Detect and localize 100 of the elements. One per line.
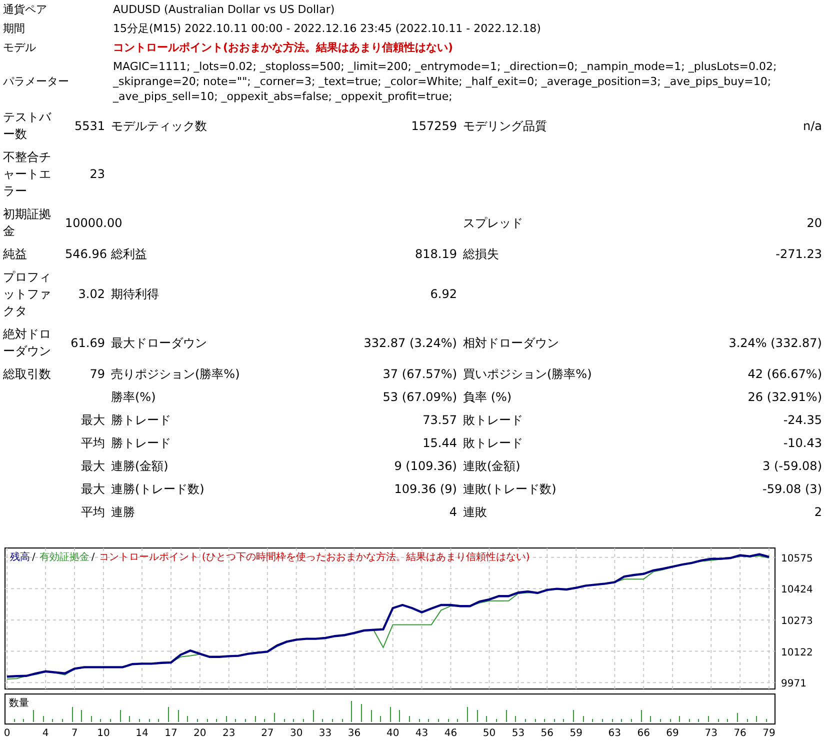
stat-value: 157259 [411,118,457,132]
x-tick-label: 79 [762,728,776,739]
stat-label: 買いポジション(勝率%) [463,367,592,381]
stat-value: -271.23 [776,247,822,261]
stat-label: モデリング品質 [463,118,547,132]
stat-label: 連勝(トレード数) [111,482,204,496]
stat-value: 332.87 (3.24%) [364,336,457,350]
x-tick-label: 27 [261,728,274,739]
x-tick-label: 43 [415,728,428,739]
stat-value: 26 (32.91%) [748,390,822,404]
x-tick-label: 0 [4,728,10,739]
stat-value: -24.35 [783,413,822,427]
stat-value: -59.08 (3) [762,482,822,496]
x-tick-label: 33 [318,728,332,739]
stat-value: -10.43 [783,436,822,450]
x-tick-label: 40 [386,728,400,739]
volume-label: 数量 [9,698,29,709]
stat-label: 総利益 [111,247,147,261]
field-label: モデル [3,41,36,54]
stat-value: 3 (-59.08) [762,459,822,473]
stat-label: 最大ドローダウン [111,336,207,350]
legend-label: 有効証拠金 [39,552,90,563]
stat-value: 15.44 [422,436,457,450]
x-tick-label: 53 [512,728,525,739]
legend-label: 残高 [10,552,30,563]
stat-value: 79 [90,367,105,381]
stat-value: 3.02 [78,287,105,301]
x-tick-label: 66 [637,728,650,739]
x-tick-label: 73 [704,728,718,739]
stat-label: 期待利得 [111,287,159,301]
y-tick-label: 10273 [781,616,813,627]
stat-value: 61.69 [70,336,105,350]
stat-value: 6.92 [430,287,457,301]
x-tick-label: 59 [570,728,582,739]
stat-label: 負率 (%) [463,390,512,404]
stat-label: 総取引数 [3,367,51,381]
stat-value: 2 [814,505,822,519]
field-value: AUDUSD (Australian Dollar vs US Dollar) [113,3,335,16]
x-tick-label: 10 [97,728,110,739]
x-tick-label: 46 [444,728,458,739]
stat-label: 勝トレード [111,436,171,450]
stat-value: 最大 [81,459,105,473]
x-tick-label: 63 [608,728,622,739]
stat-value: 平均 [81,436,105,450]
legend-separator: / [32,552,36,563]
field-label: 期間 [3,22,25,35]
stat-label: 売りポジション(勝率%) [111,367,240,381]
legend-label: コントロールポイント (ひとつ下の時間枠を使ったおおまかな方法。結果はあまり信頼性はない) [98,552,530,563]
stat-label: プロフィットファクタ [3,270,51,318]
stat-label: 連勝(金額) [111,459,168,473]
y-tick-label: 9971 [781,678,806,690]
stat-label: 純益 [3,247,27,261]
field-label: 通貨ペア [3,3,47,16]
stat-value: 5531 [74,118,105,132]
x-tick-label: 17 [164,728,178,739]
stat-value: 9 (109.36) [394,459,457,473]
stat-label: 絶対ドローダウン [3,327,51,358]
stat-value: 109.36 (9) [394,482,457,496]
x-tick-label: 30 [290,728,303,739]
x-tick-label: 14 [136,728,148,739]
stat-label: 勝トレード [111,413,171,427]
field-label: パラメーター [3,75,69,88]
stat-label: 連敗 [463,505,487,519]
stat-value: 最大 [81,482,105,496]
stat-label: 不整合チャートエラー [3,150,51,198]
stat-value: 20 [806,216,822,230]
stat-value: 4 [449,505,457,519]
x-tick-label: 76 [734,728,746,739]
x-tick-label: 56 [540,728,554,739]
stat-value: 23 [90,167,105,181]
x-tick-label: 7 [71,728,78,739]
stat-label: テストバー数 [3,110,51,141]
stat-value: 最大 [81,413,105,427]
x-tick-label: 23 [222,728,236,739]
stat-label: 総損失 [463,247,499,261]
legend-separator: / [91,552,95,563]
stat-value: 3.24% (332.87) [728,336,822,350]
stat-label: スプレッド [463,216,523,230]
stat-value: 73.57 [422,413,457,427]
stat-label: 勝率(%) [111,390,156,404]
stat-value: 10000.00 [65,216,122,230]
field-value: MAGIC=1111; _lots=0.02; _stoploss=500; _limit=200; _entrymode=1; _direction=0; _nampin_mode=1; _plusLots=0.02; _skiprange=20; note=""; _corner=3; _text=true; _color=White; _half_exit=0; _average_position=3; _ave_pips_buy=10; _ave_pips_sell=10; _oppexit_abs=false; _oppexit_profit=true; [113,60,777,103]
x-tick-label: 69 [666,728,679,739]
stat-label: 連敗(金額) [463,459,520,473]
x-tick-label: 4 [42,728,49,739]
y-tick-label: 10575 [781,553,813,564]
stat-value: 818.19 [415,247,457,261]
stat-label: モデルティック数 [111,118,207,132]
stat-value: 平均 [81,505,105,519]
stat-label: 敗トレード [463,436,523,450]
stat-value: 53 (67.09%) [382,390,457,404]
stat-value: n/a [802,118,822,132]
stat-label: 初期証拠金 [3,207,51,238]
stat-label: 連勝 [111,505,135,519]
stat-value: 42 (66.67%) [748,367,822,381]
stat-label: 相対ドローダウン [463,336,559,350]
stat-value: 37 (67.57%) [382,367,457,381]
x-tick-label: 36 [348,728,361,739]
stat-value: 546.96 [65,247,107,261]
stat-label: 連敗(トレード数) [463,482,556,496]
